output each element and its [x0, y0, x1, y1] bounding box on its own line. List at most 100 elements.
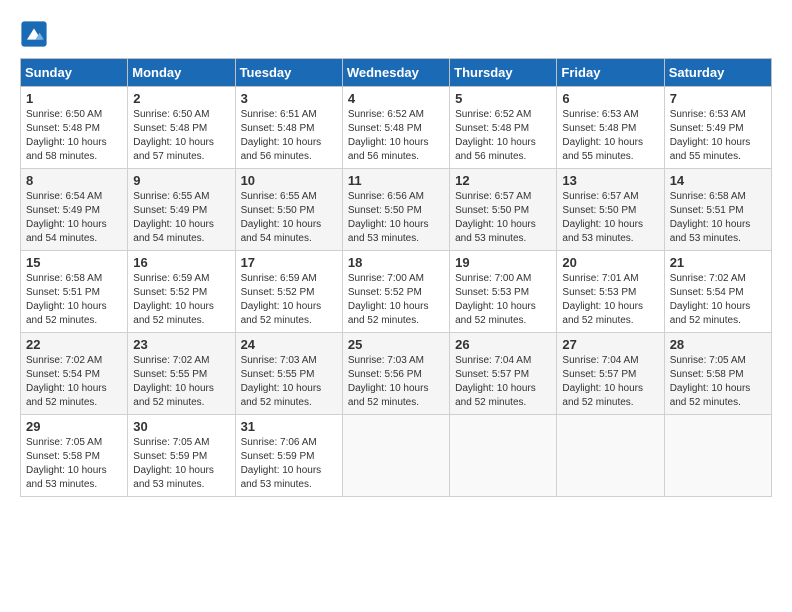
calendar-day-cell: 29 Sunrise: 7:05 AM Sunset: 5:58 PM Dayl…: [21, 415, 128, 497]
logo: [20, 20, 52, 48]
day-detail: Sunrise: 6:54 AM Sunset: 5:49 PM Dayligh…: [26, 190, 122, 246]
calendar-day-cell: 14 Sunrise: 6:58 AM Sunset: 5:51 PM Dayl…: [664, 169, 771, 251]
day-detail: Sunrise: 7:00 AM Sunset: 5:53 PM Dayligh…: [455, 272, 551, 328]
calendar-day-cell: 12 Sunrise: 6:57 AM Sunset: 5:50 PM Dayl…: [450, 169, 557, 251]
day-detail: Sunrise: 7:05 AM Sunset: 5:59 PM Dayligh…: [133, 436, 229, 492]
day-detail: Sunrise: 7:04 AM Sunset: 5:57 PM Dayligh…: [455, 354, 551, 410]
day-number: 6: [562, 91, 658, 106]
calendar-week-row: 1 Sunrise: 6:50 AM Sunset: 5:48 PM Dayli…: [21, 87, 772, 169]
calendar-header-row: SundayMondayTuesdayWednesdayThursdayFrid…: [21, 59, 772, 87]
day-number: 9: [133, 173, 229, 188]
day-number: 21: [670, 255, 766, 270]
calendar-day-cell: 26 Sunrise: 7:04 AM Sunset: 5:57 PM Dayl…: [450, 333, 557, 415]
day-detail: Sunrise: 7:01 AM Sunset: 5:53 PM Dayligh…: [562, 272, 658, 328]
day-detail: Sunrise: 7:02 AM Sunset: 5:54 PM Dayligh…: [26, 354, 122, 410]
day-number: 22: [26, 337, 122, 352]
calendar-day-cell: 30 Sunrise: 7:05 AM Sunset: 5:59 PM Dayl…: [128, 415, 235, 497]
day-detail: Sunrise: 6:58 AM Sunset: 5:51 PM Dayligh…: [670, 190, 766, 246]
day-number: 12: [455, 173, 551, 188]
calendar-day-cell: 8 Sunrise: 6:54 AM Sunset: 5:49 PM Dayli…: [21, 169, 128, 251]
day-detail: Sunrise: 6:52 AM Sunset: 5:48 PM Dayligh…: [348, 108, 444, 164]
day-number: 8: [26, 173, 122, 188]
day-detail: Sunrise: 6:50 AM Sunset: 5:48 PM Dayligh…: [133, 108, 229, 164]
calendar-week-row: 22 Sunrise: 7:02 AM Sunset: 5:54 PM Dayl…: [21, 333, 772, 415]
day-number: 15: [26, 255, 122, 270]
day-number: 13: [562, 173, 658, 188]
day-number: 14: [670, 173, 766, 188]
day-number: 10: [241, 173, 337, 188]
calendar-day-cell: 23 Sunrise: 7:02 AM Sunset: 5:55 PM Dayl…: [128, 333, 235, 415]
day-detail: Sunrise: 6:58 AM Sunset: 5:51 PM Dayligh…: [26, 272, 122, 328]
day-number: 2: [133, 91, 229, 106]
day-detail: Sunrise: 7:06 AM Sunset: 5:59 PM Dayligh…: [241, 436, 337, 492]
day-number: 25: [348, 337, 444, 352]
calendar-day-cell: 3 Sunrise: 6:51 AM Sunset: 5:48 PM Dayli…: [235, 87, 342, 169]
weekday-header-sunday: Sunday: [21, 59, 128, 87]
calendar-day-cell: 13 Sunrise: 6:57 AM Sunset: 5:50 PM Dayl…: [557, 169, 664, 251]
day-detail: Sunrise: 6:50 AM Sunset: 5:48 PM Dayligh…: [26, 108, 122, 164]
weekday-header-friday: Friday: [557, 59, 664, 87]
day-number: 5: [455, 91, 551, 106]
day-detail: Sunrise: 7:00 AM Sunset: 5:52 PM Dayligh…: [348, 272, 444, 328]
calendar-day-cell: 28 Sunrise: 7:05 AM Sunset: 5:58 PM Dayl…: [664, 333, 771, 415]
day-detail: Sunrise: 7:04 AM Sunset: 5:57 PM Dayligh…: [562, 354, 658, 410]
day-detail: Sunrise: 7:05 AM Sunset: 5:58 PM Dayligh…: [670, 354, 766, 410]
day-number: 26: [455, 337, 551, 352]
calendar-day-cell: 7 Sunrise: 6:53 AM Sunset: 5:49 PM Dayli…: [664, 87, 771, 169]
day-detail: Sunrise: 7:03 AM Sunset: 5:55 PM Dayligh…: [241, 354, 337, 410]
day-detail: Sunrise: 6:51 AM Sunset: 5:48 PM Dayligh…: [241, 108, 337, 164]
calendar-week-row: 15 Sunrise: 6:58 AM Sunset: 5:51 PM Dayl…: [21, 251, 772, 333]
day-detail: Sunrise: 6:59 AM Sunset: 5:52 PM Dayligh…: [241, 272, 337, 328]
day-number: 24: [241, 337, 337, 352]
day-number: 11: [348, 173, 444, 188]
logo-icon: [20, 20, 48, 48]
calendar-day-cell: 20 Sunrise: 7:01 AM Sunset: 5:53 PM Dayl…: [557, 251, 664, 333]
day-detail: Sunrise: 6:59 AM Sunset: 5:52 PM Dayligh…: [133, 272, 229, 328]
day-detail: Sunrise: 7:05 AM Sunset: 5:58 PM Dayligh…: [26, 436, 122, 492]
calendar-day-cell: 11 Sunrise: 6:56 AM Sunset: 5:50 PM Dayl…: [342, 169, 449, 251]
calendar-day-cell: 1 Sunrise: 6:50 AM Sunset: 5:48 PM Dayli…: [21, 87, 128, 169]
calendar-day-cell: 24 Sunrise: 7:03 AM Sunset: 5:55 PM Dayl…: [235, 333, 342, 415]
calendar-day-cell: 4 Sunrise: 6:52 AM Sunset: 5:48 PM Dayli…: [342, 87, 449, 169]
day-detail: Sunrise: 6:56 AM Sunset: 5:50 PM Dayligh…: [348, 190, 444, 246]
calendar-day-cell: 16 Sunrise: 6:59 AM Sunset: 5:52 PM Dayl…: [128, 251, 235, 333]
day-number: 17: [241, 255, 337, 270]
day-number: 28: [670, 337, 766, 352]
day-detail: Sunrise: 6:52 AM Sunset: 5:48 PM Dayligh…: [455, 108, 551, 164]
calendar-day-cell: 15 Sunrise: 6:58 AM Sunset: 5:51 PM Dayl…: [21, 251, 128, 333]
day-detail: Sunrise: 6:57 AM Sunset: 5:50 PM Dayligh…: [562, 190, 658, 246]
day-number: 4: [348, 91, 444, 106]
day-number: 30: [133, 419, 229, 434]
day-detail: Sunrise: 7:02 AM Sunset: 5:55 PM Dayligh…: [133, 354, 229, 410]
calendar-body: 1 Sunrise: 6:50 AM Sunset: 5:48 PM Dayli…: [21, 87, 772, 497]
page-header: [20, 20, 772, 48]
calendar-week-row: 29 Sunrise: 7:05 AM Sunset: 5:58 PM Dayl…: [21, 415, 772, 497]
day-detail: Sunrise: 6:55 AM Sunset: 5:50 PM Dayligh…: [241, 190, 337, 246]
calendar-day-cell: 9 Sunrise: 6:55 AM Sunset: 5:49 PM Dayli…: [128, 169, 235, 251]
calendar-day-cell: 17 Sunrise: 6:59 AM Sunset: 5:52 PM Dayl…: [235, 251, 342, 333]
weekday-header-tuesday: Tuesday: [235, 59, 342, 87]
day-detail: Sunrise: 6:53 AM Sunset: 5:49 PM Dayligh…: [670, 108, 766, 164]
calendar-week-row: 8 Sunrise: 6:54 AM Sunset: 5:49 PM Dayli…: [21, 169, 772, 251]
calendar-day-cell: 25 Sunrise: 7:03 AM Sunset: 5:56 PM Dayl…: [342, 333, 449, 415]
day-number: 3: [241, 91, 337, 106]
day-detail: Sunrise: 6:55 AM Sunset: 5:49 PM Dayligh…: [133, 190, 229, 246]
day-number: 27: [562, 337, 658, 352]
calendar-day-cell: 22 Sunrise: 7:02 AM Sunset: 5:54 PM Dayl…: [21, 333, 128, 415]
day-number: 16: [133, 255, 229, 270]
calendar-day-cell: [557, 415, 664, 497]
calendar-day-cell: 5 Sunrise: 6:52 AM Sunset: 5:48 PM Dayli…: [450, 87, 557, 169]
day-number: 29: [26, 419, 122, 434]
day-number: 18: [348, 255, 444, 270]
day-detail: Sunrise: 7:03 AM Sunset: 5:56 PM Dayligh…: [348, 354, 444, 410]
calendar-day-cell: [450, 415, 557, 497]
calendar-day-cell: [342, 415, 449, 497]
day-number: 31: [241, 419, 337, 434]
weekday-header-monday: Monday: [128, 59, 235, 87]
day-detail: Sunrise: 6:57 AM Sunset: 5:50 PM Dayligh…: [455, 190, 551, 246]
calendar-day-cell: 31 Sunrise: 7:06 AM Sunset: 5:59 PM Dayl…: [235, 415, 342, 497]
calendar-day-cell: 21 Sunrise: 7:02 AM Sunset: 5:54 PM Dayl…: [664, 251, 771, 333]
calendar-day-cell: 19 Sunrise: 7:00 AM Sunset: 5:53 PM Dayl…: [450, 251, 557, 333]
calendar-day-cell: 18 Sunrise: 7:00 AM Sunset: 5:52 PM Dayl…: [342, 251, 449, 333]
day-number: 7: [670, 91, 766, 106]
